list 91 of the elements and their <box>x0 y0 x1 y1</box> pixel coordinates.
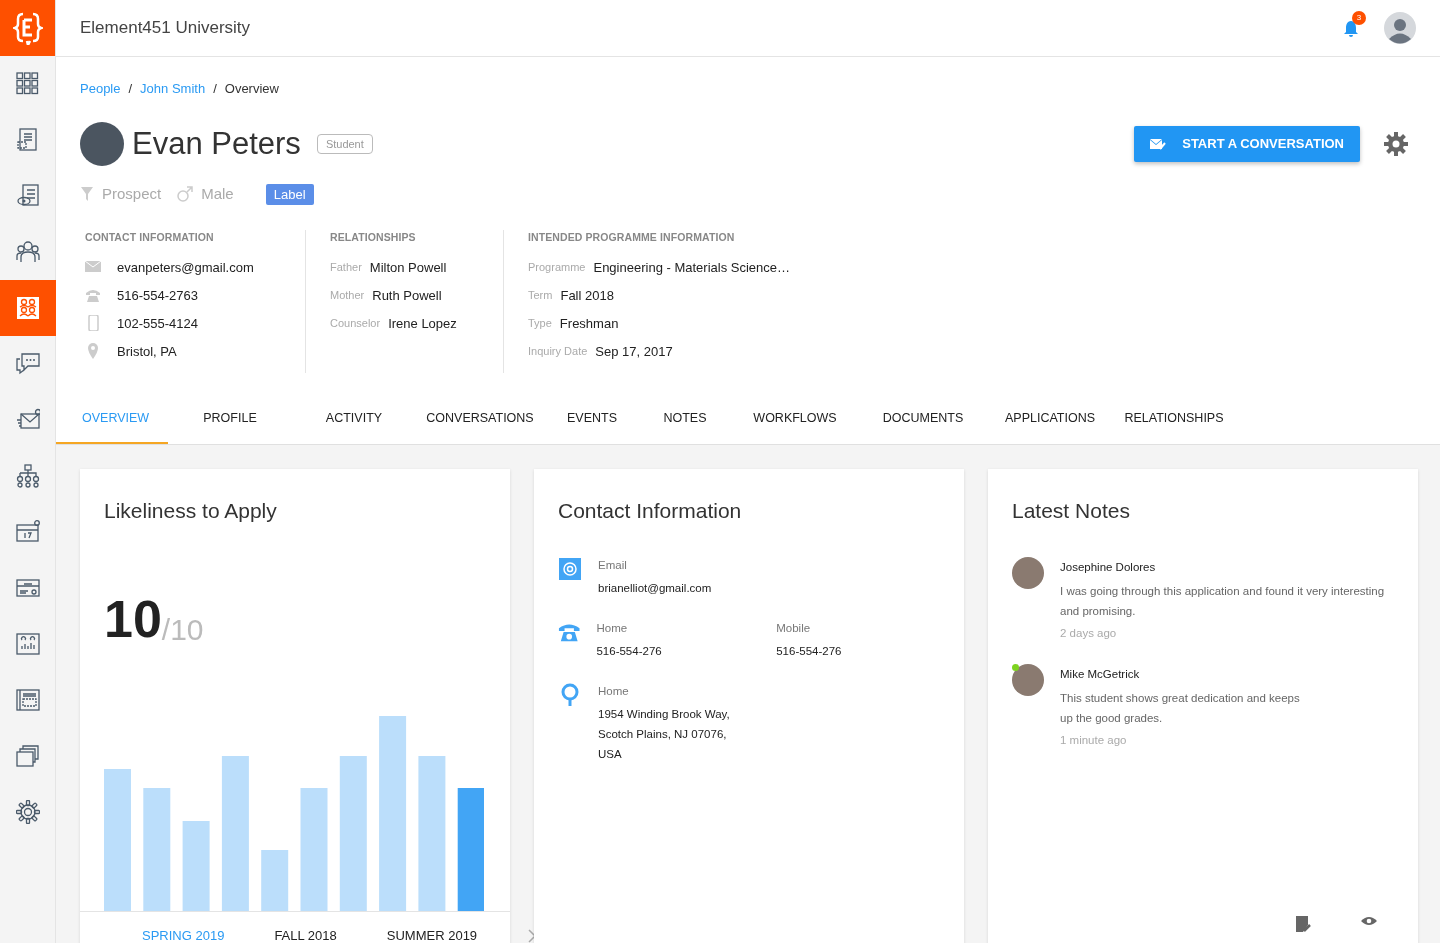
field-value: Sep 17, 2017 <box>595 342 673 361</box>
settings-icon <box>16 800 40 824</box>
field-value: brianelliot@gmail.com <box>598 580 712 596</box>
tab[interactable]: PROFILE <box>168 409 292 444</box>
chart-bar <box>261 850 289 911</box>
field-value: Freshman <box>559 314 619 333</box>
document-icon <box>16 128 40 152</box>
field-value: Milton Powell <box>369 258 447 277</box>
card-title: Latest Notes <box>1012 498 1131 524</box>
notification-count: 3 <box>1352 11 1366 26</box>
chat-icon <box>16 352 40 376</box>
chart-icon <box>16 632 40 656</box>
field-label: Home <box>598 684 630 699</box>
field-label: Home <box>596 620 629 636</box>
hierarchy-icon <box>16 464 40 488</box>
edit-note-icon[interactable] <box>1294 915 1312 933</box>
period-tab[interactable]: SUMMER 2019 <box>386 925 478 943</box>
field-value: 516-554-276 <box>776 644 843 659</box>
tab[interactable]: WORKFLOWS <box>730 409 860 444</box>
author-name: Mike McGetrick <box>1060 666 1141 682</box>
breadcrumb-current: Overview <box>224 80 279 98</box>
person-name: Evan Peters <box>132 124 301 163</box>
gender-text: Male <box>201 184 234 204</box>
section-heading: RELATIONSHIPS <box>330 229 417 245</box>
score-total: /10 <box>161 614 204 645</box>
field-value: Irene Lopez <box>388 314 457 333</box>
field-value: Ruth Powell <box>372 286 442 305</box>
online-indicator <box>1012 663 1019 671</box>
field-label: Inquiry Date <box>528 344 588 359</box>
tab[interactable]: CONVERSATIONS <box>416 409 544 444</box>
mobile-phone-icon <box>85 315 101 332</box>
stage-text: Prospect <box>102 184 162 204</box>
calendar-icon <box>16 520 40 544</box>
note-text: I was going through this application and found it very interesting and promising. <box>1060 583 1385 619</box>
card-title: Likeliness to Apply <box>104 498 278 524</box>
note-text: This student shows great dedication and keeps up the good grades. <box>1060 690 1300 726</box>
envelope-icon <box>16 408 40 432</box>
tab[interactable]: APPLICATIONS <box>986 409 1114 444</box>
label-tag: Label <box>265 183 314 205</box>
avatar-icon[interactable] <box>1384 12 1416 44</box>
people-icon <box>16 240 40 264</box>
section-heading: CONTACT INFORMATION <box>85 229 215 245</box>
field-value: Engineering - Materials Science… <box>593 258 790 277</box>
form-icon <box>16 576 40 600</box>
telephone-icon <box>85 287 101 304</box>
contact-value: 516-554-2763 <box>117 286 198 305</box>
layout-icon <box>16 688 40 712</box>
tab[interactable]: ACTIVITY <box>292 409 416 444</box>
map-pin-icon <box>85 343 101 360</box>
role-tag: Student <box>316 133 373 154</box>
tab[interactable]: DOCUMENTS <box>860 409 986 444</box>
field-label: Programme <box>528 260 586 275</box>
field-label: Term <box>528 288 553 303</box>
sidebar-item[interactable] <box>0 280 56 336</box>
bell-icon[interactable] <box>1342 19 1360 38</box>
people-icon <box>16 296 40 320</box>
period-tab[interactable]: FALL 2018 <box>274 925 337 943</box>
field-value: Fall 2018 <box>560 286 614 305</box>
breadcrumb-separator: / <box>213 80 217 98</box>
author-name: Josephine Dolores <box>1060 559 1157 575</box>
tab[interactable]: NOTES <box>640 409 730 444</box>
settings-icon[interactable] <box>1384 131 1408 156</box>
note-time: 2 days ago <box>1060 625 1118 641</box>
note-time: 1 minute ago <box>1060 732 1128 748</box>
files-icon <box>16 744 40 768</box>
field-label: Father <box>330 260 362 275</box>
tab[interactable]: EVENTS <box>544 409 640 444</box>
field-label: Mother <box>330 288 365 303</box>
section-heading: INTENDED PROGRAMME INFORMATION <box>528 229 736 245</box>
eye-icon[interactable] <box>1360 915 1378 927</box>
field-label: Counselor <box>330 316 381 331</box>
field-label: Type <box>528 316 552 331</box>
funnel-icon <box>80 186 94 203</box>
field-label: Mobile <box>776 620 812 636</box>
field-value: 516-554-276 <box>596 644 663 659</box>
address-text: 1954 Winding Brook Way, Scotch Plains, NJ 07076, USA <box>598 707 730 763</box>
profile-photo <box>80 121 124 166</box>
contact-value: evanpeters@gmail.com <box>117 258 254 277</box>
score-value: 10 <box>104 592 162 645</box>
contact-value: 102-555-4124 <box>117 314 198 333</box>
field-label: Email <box>598 557 628 573</box>
contact-value: Bristol, PA <box>117 342 177 361</box>
envelope-pencil-icon <box>1150 136 1167 151</box>
card-title: Contact Information <box>558 498 743 524</box>
grid-icon <box>16 72 40 96</box>
breadcrumb-separator: / <box>128 80 133 98</box>
male-symbol-icon <box>177 186 194 203</box>
logo-icon <box>12 11 43 45</box>
app-title: Element451 University <box>80 17 252 40</box>
tab[interactable]: RELATIONSHIPS <box>1114 409 1234 444</box>
document-eye-icon <box>16 184 40 208</box>
